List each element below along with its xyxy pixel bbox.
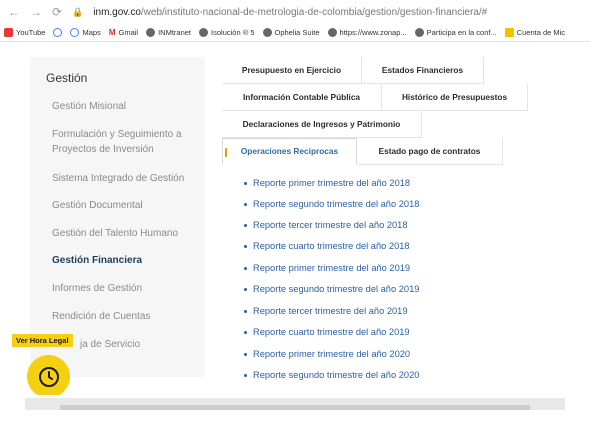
report-link[interactable]: Reporte tercer trimestre del año 2018 <box>244 220 408 230</box>
bookmark-label: YouTube <box>16 28 46 37</box>
bookmark-cuenta[interactable]: Cuenta de Mic <box>504 28 566 37</box>
report-label: Reporte segundo trimestre del año 2020 <box>253 370 420 380</box>
globe-icon <box>414 28 424 37</box>
clock-icon <box>38 366 59 387</box>
tab-estado-pago-contratos[interactable]: Estado pago de contratos <box>357 138 503 165</box>
reload-icon[interactable]: ⟳ <box>52 6 62 18</box>
legal-time-label[interactable]: Ver Hora Legal <box>12 334 73 347</box>
sidebar-item-rendicion[interactable]: Rendición de Cuentas <box>52 309 202 324</box>
bookmark-inmtranet[interactable]: INMtranet <box>146 28 191 37</box>
forward-icon[interactable]: → <box>30 6 42 18</box>
globe-icon <box>199 28 209 37</box>
report-label: Reporte segundo trimestre del año 2019 <box>253 284 420 294</box>
bullet-icon <box>244 353 247 357</box>
bookmark-zonap[interactable]: https://www.zonap... <box>327 28 407 37</box>
tab-estados-financieros[interactable]: Estados Financieros <box>362 57 484 84</box>
tab-operaciones-reciprocas[interactable]: Operaciones Reciprocas <box>222 138 357 165</box>
report-label: Reporte tercer trimestre del año 2018 <box>253 220 408 230</box>
report-link[interactable]: Reporte primer trimestre del año 2020 <box>244 349 410 359</box>
sidebar-item-formulacion[interactable]: Formulación y Seguimiento a Proyectos de… <box>52 127 202 157</box>
gmail-icon: M <box>108 27 116 37</box>
bullet-icon <box>244 224 247 228</box>
bookmark-label: Gmail <box>118 28 139 37</box>
report-link[interactable]: Reporte segundo trimestre del año 2018 <box>244 199 419 209</box>
bullet-icon <box>244 182 247 186</box>
report-label: Reporte primer trimestre del año 2018 <box>253 178 411 188</box>
sidebar-item-talento-humano[interactable]: Gestión del Talento Humano <box>52 226 202 241</box>
bookmark-gmail[interactable]: M Gmail <box>108 27 139 37</box>
report-label: Reporte cuarto trimestre del año 2019 <box>253 327 410 337</box>
sidebar-item-gestion-financiera[interactable]: Gestión Financiera <box>52 253 202 268</box>
bullet-icon <box>244 288 247 292</box>
url-path: /web/instituto-nacional-de-metrologia-de… <box>140 6 488 18</box>
globe-icon <box>146 28 156 37</box>
address-bar: ← → ⟳ 🔒 inm.gov.co/web/instituto-naciona… <box>0 0 590 24</box>
bookmark-isolucion[interactable]: Isolución ® 5 <box>199 28 255 37</box>
maps-icon <box>70 28 80 37</box>
tab-declaraciones[interactable]: Declaraciones de Ingresos y Patrimonio <box>222 111 422 138</box>
globe-icon <box>262 28 272 37</box>
tab-presupuesto-ejercicio[interactable]: Presupuesto en Ejercicio <box>222 57 362 84</box>
report-link[interactable]: Reporte primer trimestre del año 2019 <box>244 263 410 273</box>
bookmark-ophelia[interactable]: Ophelia Suite <box>262 28 320 37</box>
tab-informacion-contable[interactable]: Información Contable Pública <box>222 84 382 111</box>
report-label: Reporte primer trimestre del año 2020 <box>253 349 411 359</box>
sidebar-title: Gestión <box>46 71 88 85</box>
back-icon[interactable]: ← <box>8 6 20 18</box>
bookmark-label: Participa en la conf... <box>426 28 497 37</box>
url-host: inm.gov.co <box>93 6 141 18</box>
bullet-icon <box>244 267 247 271</box>
report-label: Reporte cuarto trimestre del año 2018 <box>253 241 410 251</box>
report-link[interactable]: Reporte cuarto trimestre del año 2018 <box>244 241 410 251</box>
bookmarks-bar: YouTube Maps M Gmail INMtranet Isolución … <box>0 24 590 42</box>
bullet-icon <box>244 310 247 314</box>
legal-time-button[interactable] <box>27 355 70 398</box>
bookmark-youtube[interactable]: YouTube <box>4 28 45 37</box>
sidebar-item-informes[interactable]: Informes de Gestión <box>52 281 202 296</box>
sidebar-item-servicio[interactable]: ja de Servicio <box>80 337 230 352</box>
tab-label: Operaciones Reciprocas <box>240 146 339 156</box>
report-link[interactable]: Reporte primer trimestre del año 2018 <box>244 178 410 188</box>
page-content: Gestión Gestión Misional Formulación y S… <box>0 43 590 395</box>
lock-icon[interactable]: 🔒 <box>72 7 83 18</box>
url-field[interactable]: inm.gov.co/web/instituto-nacional-de-met… <box>93 7 487 18</box>
bookmark-label: Cuenta de Mic <box>516 28 566 37</box>
bookmark-participa[interactable]: Participa en la conf... <box>414 28 497 37</box>
bookmark-label: https://www.zonap... <box>339 28 407 37</box>
bullet-icon <box>244 374 247 378</box>
google-icon <box>53 28 63 37</box>
report-label: Reporte segundo trimestre del año 2018 <box>253 199 420 209</box>
sidebar-item-gestion-documental[interactable]: Gestión Documental <box>52 198 202 213</box>
bookmark-label: Maps <box>82 28 101 37</box>
sidebar: Gestión Gestión Misional Formulación y S… <box>30 57 205 377</box>
active-tab-marker <box>225 148 227 157</box>
youtube-icon <box>4 28 13 37</box>
bookmark-google[interactable] <box>53 28 63 37</box>
sidebar-item-sistema-integrado[interactable]: Sistema Integrado de Gestión <box>52 171 202 186</box>
footer-shadow-inner <box>60 405 530 410</box>
bullet-icon <box>244 245 247 249</box>
globe-icon <box>327 28 337 37</box>
report-label: Reporte tercer trimestre del año 2019 <box>253 306 408 316</box>
report-link[interactable]: Reporte tercer trimestre del año 2019 <box>244 306 408 316</box>
bookmark-icon <box>504 28 514 37</box>
bookmark-label: Ophelia Suite <box>274 28 320 37</box>
report-link[interactable]: Reporte cuarto trimestre del año 2019 <box>244 327 410 337</box>
report-link[interactable]: Reporte segundo trimestre del año 2019 <box>244 284 419 294</box>
tab-historico-presupuestos[interactable]: Histórico de Presupuestos <box>382 84 528 111</box>
bookmark-label: Isolución ® 5 <box>211 28 255 37</box>
report-label: Reporte primer trimestre del año 2019 <box>253 263 411 273</box>
bookmark-maps[interactable]: Maps <box>70 28 101 37</box>
bookmark-label: INMtranet <box>158 28 192 37</box>
browser-window: ← → ⟳ 🔒 inm.gov.co/web/instituto-naciona… <box>0 0 590 395</box>
bullet-icon <box>244 331 247 335</box>
bullet-icon <box>244 203 247 207</box>
sidebar-item-gestion-misional[interactable]: Gestión Misional <box>52 99 202 114</box>
report-link[interactable]: Reporte segundo trimestre del año 2020 <box>244 370 419 380</box>
